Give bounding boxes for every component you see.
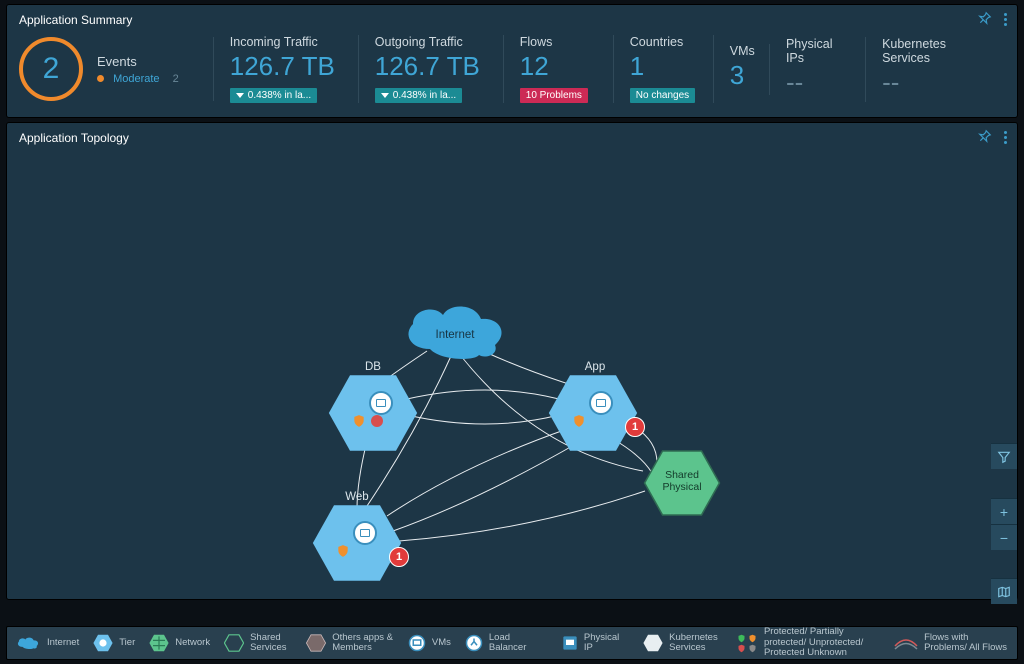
countries-label: Countries (630, 35, 697, 49)
flows-value: 12 (520, 51, 597, 82)
outgoing-label: Outgoing Traffic (375, 35, 487, 49)
moderate-count: 2 (173, 73, 179, 85)
protected-shields-icon (737, 634, 758, 653)
problem-count-badge: 1 (389, 547, 409, 567)
legend-shared: Shared Services (224, 633, 292, 654)
db-label: DB (333, 361, 413, 373)
tier-hex-icon (93, 634, 113, 652)
vm-icon (589, 391, 613, 415)
physical-ips-metric: Physical IPs -- (770, 37, 866, 102)
shared-physical-node[interactable]: Shared Physical (643, 449, 721, 517)
events-ring: 2 (19, 37, 83, 101)
k8s-metric: Kubernetes Services -- (866, 37, 1005, 102)
internet-label: Internet (415, 329, 495, 341)
countries-badge: No changes (630, 88, 695, 103)
vms-metric: VMs 3 (714, 44, 770, 95)
vm-icon (353, 521, 377, 545)
more-icon[interactable] (1004, 13, 1007, 26)
more-icon[interactable] (1004, 131, 1007, 144)
legend-tier: Tier (93, 634, 135, 652)
shield-icon (351, 413, 367, 429)
lb-circle-icon (465, 634, 483, 652)
down-triangle-icon (236, 93, 244, 98)
legend-lb: Load Balancer (465, 633, 548, 654)
legend-internet: Internet (15, 635, 79, 651)
network-hex-icon (149, 634, 169, 652)
events-metric: 2 Events Moderate 2 (19, 37, 214, 101)
outgoing-traffic-metric: Outgoing Traffic 126.7 TB 0.438% in la..… (359, 35, 504, 103)
outgoing-badge: 0.438% in la... (375, 88, 462, 103)
vm-icon (369, 391, 393, 415)
app-label: App (555, 361, 635, 373)
vm-circle-icon (408, 634, 426, 652)
legend-protected: Protected/ Partially protected/ Unprotec… (737, 627, 880, 658)
legend-pip: Physical IP (562, 633, 629, 654)
legend-flows: Flows with Problems/ All Flows (894, 633, 1009, 654)
legend-network: Network (149, 634, 210, 652)
incoming-badge: 0.438% in la... (230, 88, 317, 103)
flows-label: Flows (520, 35, 597, 49)
internet-node[interactable]: Internet (395, 299, 515, 366)
flows-metric: Flows 12 10 Problems (504, 35, 614, 103)
moderate-label: Moderate (113, 73, 159, 85)
app-topology-title: Application Topology (7, 123, 1017, 149)
k8s-label: Kubernetes Services (882, 37, 989, 65)
pips-label: Physical IPs (786, 37, 849, 65)
pips-value: -- (786, 67, 849, 98)
vms-label: VMs (730, 44, 753, 58)
shared-hex-icon (224, 634, 244, 652)
vms-value: 3 (730, 60, 753, 91)
events-moderate[interactable]: Moderate 2 (97, 73, 179, 85)
legend-others: Others apps & Members (306, 633, 394, 654)
app-node[interactable]: 1 (547, 373, 639, 453)
legend-vms: VMs (408, 634, 451, 652)
legend-bar: Internet Tier Network Shared Services Ot… (6, 626, 1018, 660)
incoming-value: 126.7 TB (230, 51, 342, 82)
legend-k8s: Kubernetes Services (643, 633, 723, 654)
app-topology-panel: Application Topology + − (6, 122, 1018, 600)
pip-square-icon (562, 635, 578, 651)
pin-icon[interactable] (978, 11, 992, 28)
k8s-hex-icon (643, 634, 663, 652)
others-hex-icon (306, 634, 326, 652)
moderate-dot-icon (97, 75, 104, 82)
events-label: Events (97, 54, 179, 69)
shield-icon (335, 543, 351, 559)
shield-icon (571, 413, 587, 429)
down-triangle-icon (381, 93, 389, 98)
outgoing-value: 126.7 TB (375, 51, 487, 82)
flows-badge: 10 Problems (520, 88, 588, 103)
shared-label: Shared Physical (655, 469, 709, 493)
web-node[interactable]: 1 (311, 503, 403, 583)
incoming-traffic-metric: Incoming Traffic 126.7 TB 0.438% in la..… (214, 35, 359, 103)
flows-curve-icon (894, 636, 918, 650)
cloud-icon (15, 635, 41, 651)
error-dot-icon (371, 415, 383, 427)
incoming-label: Incoming Traffic (230, 35, 342, 49)
app-summary-panel: Application Summary 2 Events Moderate 2 … (6, 4, 1018, 118)
pin-icon[interactable] (978, 129, 992, 146)
app-summary-title: Application Summary (7, 5, 1017, 31)
countries-value: 1 (630, 51, 697, 82)
db-node[interactable] (327, 373, 419, 453)
web-label: Web (317, 491, 397, 503)
problem-count-badge: 1 (625, 417, 645, 437)
countries-metric: Countries 1 No changes (614, 35, 714, 103)
k8s-value: -- (882, 67, 989, 98)
